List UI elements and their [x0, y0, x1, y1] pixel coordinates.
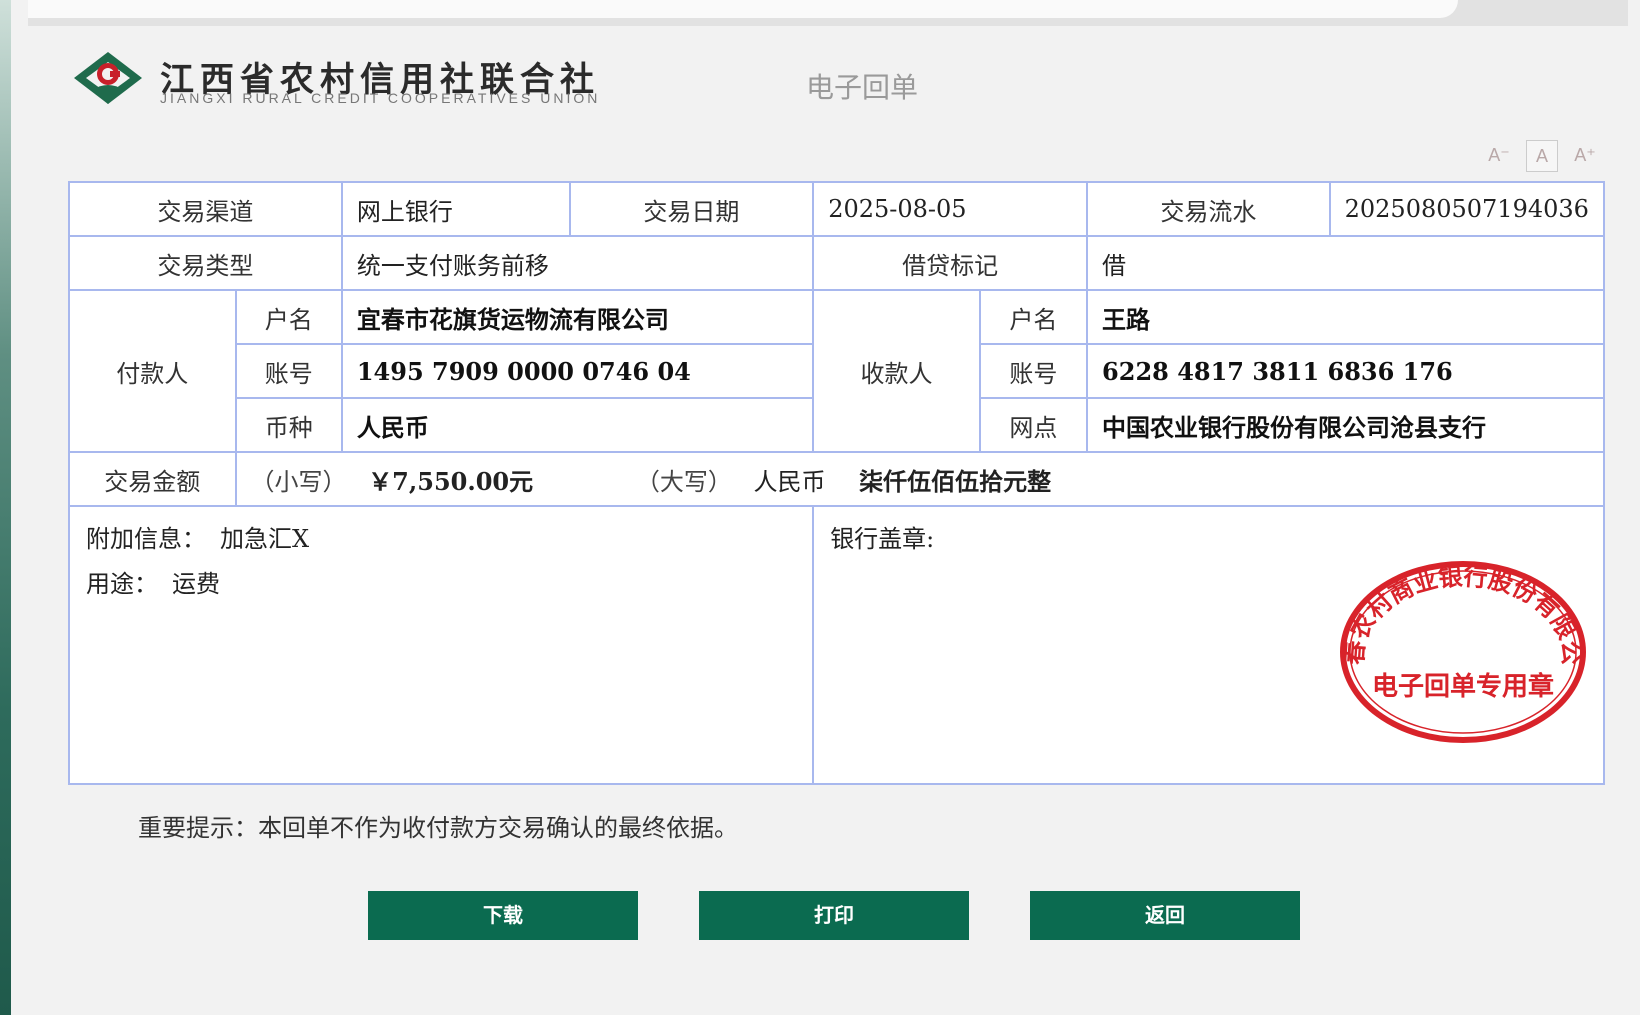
serial-value: 2025080507194036 [1328, 181, 1606, 237]
purpose-label: 用途： [86, 570, 158, 598]
print-button[interactable]: 打印 [699, 891, 969, 940]
type-value: 统一支付账务前移 [340, 235, 815, 291]
stamp-outer-text: 宜春农村商业银行股份有限公司 [1337, 557, 1586, 666]
payer-name-label: 户名 [234, 289, 343, 345]
download-button[interactable]: 下载 [368, 891, 638, 940]
serial-label: 交易流水 [1086, 181, 1331, 237]
amount-big-value: 柒仟伍佰伍拾元整 [859, 466, 1052, 496]
font-reset-button[interactable]: A [1526, 140, 1558, 172]
payer-account-value: 1495 7909 0000 0746 04 [340, 343, 815, 399]
amount-small-value: ￥7,550.00元 [368, 466, 534, 496]
amount-label: 交易金额 [68, 451, 237, 507]
table-row: 交易渠道 网上银行 交易日期 2025-08-05 交易流水 202508050… [68, 181, 1606, 237]
payer-currency-label: 币种 [234, 397, 343, 453]
payer-account-label: 账号 [234, 343, 343, 399]
purpose-value: 运费 [172, 570, 220, 598]
amount-big-prefix: 人民币 [753, 467, 826, 496]
payee-account-value: 6228 4817 3811 6836 176 [1086, 343, 1605, 399]
payee-branch-label: 网点 [978, 397, 1089, 453]
stamp-inner-text: 电子回单专用章 [1372, 671, 1554, 702]
top-bar [28, 0, 1628, 26]
payee-account-label: 账号 [978, 343, 1089, 399]
bank-seal-stamp: 宜春农村商业银行股份有限公司 电子回单专用章 [1337, 557, 1586, 743]
payer-name-value: 宜春市花旗货运物流有限公司 [340, 289, 815, 345]
channel-label: 交易渠道 [68, 181, 343, 237]
amount-small-label: （小写） [250, 467, 347, 496]
payee-name-value: 王路 [1086, 289, 1605, 345]
seal-cell: 银行盖章: 宜春农村商业银行股份有限公司 电子回单专用章 [812, 505, 1605, 785]
debit-credit-label: 借贷标记 [812, 235, 1089, 291]
payer-label: 付款人 [68, 289, 237, 453]
left-decoration-strip [0, 0, 11, 1015]
jxrcc-logo-icon [74, 52, 142, 104]
date-label: 交易日期 [568, 181, 815, 237]
payee-label: 收款人 [812, 289, 981, 453]
extra-info-label: 附加信息： [86, 525, 206, 553]
payee-name-label: 户名 [978, 289, 1089, 345]
org-name-english: JIANGXI RURAL CREDIT COOPERATIVES UNION [160, 90, 601, 106]
back-button[interactable]: 返回 [1030, 891, 1300, 940]
channel-value: 网上银行 [340, 181, 571, 237]
debit-credit-value: 借 [1086, 235, 1605, 291]
table-row: 交易金额 （小写） ￥7,550.00元 （大写） 人民币 柒仟伍佰伍拾元整 [68, 451, 1606, 507]
table-row: 付款人 户名 宜春市花旗货运物流有限公司 收款人 户名 王路 [68, 289, 1605, 453]
important-notice: 重要提示：本回单不作为收付款方交易确认的最终依据。 [138, 814, 738, 842]
amount-big-label: （大写） [635, 467, 732, 496]
amount-cell: （小写） ￥7,550.00元 （大写） 人民币 柒仟伍佰伍拾元整 [234, 451, 1606, 507]
payee-branch-value: 中国农业银行股份有限公司沧县支行 [1086, 397, 1605, 453]
font-increase-button[interactable]: A⁺ [1570, 140, 1600, 170]
document-title: 电子回单 [806, 71, 919, 104]
receipt-table: 交易渠道 网上银行 交易日期 2025-08-05 交易流水 202508050… [67, 181, 1606, 785]
payer-currency-value: 人民币 [340, 397, 815, 453]
font-decrease-button[interactable]: A⁻ [1484, 140, 1514, 170]
date-value: 2025-08-05 [812, 181, 1089, 237]
type-label: 交易类型 [68, 235, 343, 291]
table-row: 附加信息： 加急汇X 用途： 运费 银行盖章: 宜春农村商业银行股份有限公司 电子回… [67, 505, 1605, 785]
seal-label: 银行盖章: [830, 525, 935, 553]
extra-info-value: 加急汇X [220, 525, 310, 553]
table-row: 交易类型 统一支付账务前移 借贷标记 借 [68, 235, 1605, 291]
extra-info-cell: 附加信息： 加急汇X 用途： 运费 [67, 505, 815, 785]
